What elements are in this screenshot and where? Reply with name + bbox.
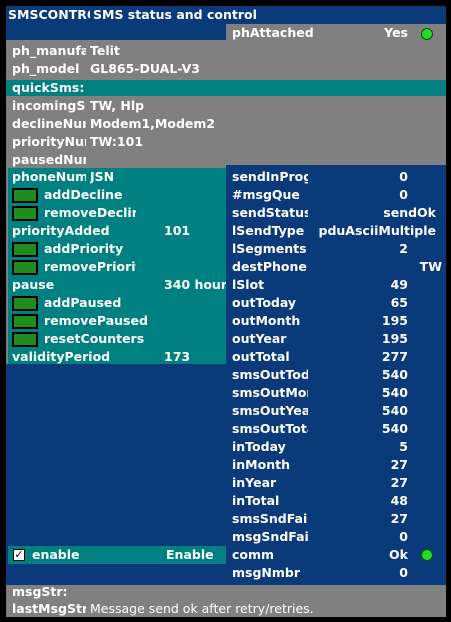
phone-number-input[interactable]: JSN [90, 168, 210, 186]
status-value: 0 [399, 565, 408, 580]
status-value: pduAsciiMultiple [318, 223, 436, 238]
sms-window: SMSCONTROL SMS status and control phAtta… [0, 0, 451, 622]
status-value: 540 [381, 367, 408, 382]
remove-priority-label[interactable]: removePriority [44, 258, 136, 276]
status-value: 65 [390, 295, 408, 310]
last-msg-str-label: lastMsgStr [12, 601, 86, 616]
status-label: inTotal [232, 493, 280, 508]
last-msg-str-value: Message send ok after retry/retries. [90, 601, 314, 616]
status-value: 5 [399, 439, 408, 454]
reset-counters-label[interactable]: resetCounters [44, 330, 224, 348]
remove-decline-label[interactable]: removeDecline [44, 204, 136, 222]
status-value: 195 [381, 331, 408, 346]
info-label-priority: priorityNumbers [12, 134, 86, 149]
info-value-priority: TW:101 [90, 134, 144, 149]
window-title: SMS status and control [93, 7, 257, 22]
status-label: outTotal [232, 349, 290, 364]
info-value-decline: Modem1,Modem2 [90, 116, 216, 131]
status-label: outToday [232, 295, 297, 310]
status-value: 27 [390, 511, 408, 526]
left-header-panel [6, 24, 226, 40]
status-label: smsOutMonth [232, 385, 308, 400]
status-value: 540 [381, 403, 408, 418]
status-label: #msgQue [232, 187, 300, 202]
status-label: sendStatus [232, 205, 308, 220]
status-value: 540 [381, 421, 408, 436]
pause-value[interactable]: 340 hour [164, 276, 226, 294]
msg-str-label: msgStr: [12, 584, 68, 599]
add-priority-label[interactable]: addPriority [44, 240, 224, 258]
status-label: lSegments [232, 241, 307, 256]
priority-added-label: priorityAdded [12, 223, 110, 238]
validity-period-value[interactable]: 173 [164, 348, 214, 366]
status-label: comm [232, 547, 275, 562]
status-label: msgSndFailCnt [232, 529, 308, 544]
validity-period-label: validityPeriod [12, 349, 111, 364]
status-value: Ok [389, 547, 408, 562]
info-label-decline: declineNumbers [12, 116, 86, 131]
comm-status-icon [421, 549, 433, 561]
status-label: sendInProgress [232, 169, 308, 184]
enable-label: enable [32, 547, 80, 562]
status-value: TW [419, 259, 442, 274]
pause-label: pause [12, 277, 55, 292]
status-label: smsOutToday [232, 367, 308, 382]
window-id: SMSCONTROL [8, 7, 90, 22]
phone-number-label: phoneNumber [12, 169, 86, 184]
info-label-model: ph_model [12, 61, 80, 76]
add-paused-label[interactable]: addPaused [44, 294, 224, 312]
enable-checkbox[interactable]: ✓ [13, 549, 25, 561]
title-bar: SMSCONTROL SMS status and control [6, 6, 446, 24]
status-label: smsSndFailCnt [232, 511, 308, 526]
info-value-incoming: TW, Hlp [90, 98, 145, 113]
status-value: 277 [381, 349, 408, 364]
remove-paused-checkbox[interactable] [12, 314, 38, 329]
enable-value[interactable]: Enable [166, 546, 226, 564]
status-value: 48 [390, 493, 408, 508]
status-label: smsOutYear [232, 403, 308, 418]
status-value: 195 [381, 313, 408, 328]
add-decline-label[interactable]: addDecline [44, 186, 224, 204]
remove-priority-checkbox[interactable] [12, 260, 38, 275]
status-label: inYear [232, 475, 277, 490]
status-value: 27 [390, 475, 408, 490]
status-label: msgNmbr [232, 565, 301, 580]
status-value: 0 [399, 169, 408, 184]
status-label: lSendType [232, 223, 305, 238]
status-label: smsOutTotal [232, 421, 308, 436]
info-value-model: GL865-DUAL-V3 [90, 61, 200, 76]
status-value: 27 [390, 457, 408, 472]
status-value: 2 [399, 241, 408, 256]
status-value: 540 [381, 385, 408, 400]
status-label: destPhone [232, 259, 307, 274]
status-label: inToday [232, 439, 286, 454]
info-value-manufacturer: Telit [90, 43, 120, 58]
reset-counters-checkbox[interactable] [12, 332, 38, 347]
quick-sms-label: quickSms: [12, 80, 85, 95]
status-label: outYear [232, 331, 287, 346]
ph-attached-value: Yes [384, 25, 408, 40]
ph-attached-status-icon [421, 28, 433, 40]
status-value: 49 [390, 277, 408, 292]
status-value: sendOk [383, 205, 436, 220]
add-paused-checkbox[interactable] [12, 296, 38, 311]
priority-added-value[interactable]: 101 [164, 222, 214, 240]
ph-attached-label: phAttached [232, 25, 314, 40]
add-priority-checkbox[interactable] [12, 242, 38, 257]
status-value: 0 [399, 529, 408, 544]
status-value: 0 [399, 187, 408, 202]
remove-paused-label[interactable]: removePaused [44, 312, 224, 330]
remove-decline-checkbox[interactable] [12, 206, 38, 221]
info-label-incoming: incomingSms [12, 98, 86, 113]
status-label: inMonth [232, 457, 290, 472]
window-body: SMSCONTROL SMS status and control phAtta… [6, 6, 446, 617]
add-decline-checkbox[interactable] [12, 188, 38, 203]
info-label-manufacturer: ph_manufacturer [12, 43, 86, 58]
status-label: lSlot [232, 277, 265, 292]
status-label: outMonth [232, 313, 301, 328]
info-label-paused: pausedNumbers [12, 152, 86, 167]
